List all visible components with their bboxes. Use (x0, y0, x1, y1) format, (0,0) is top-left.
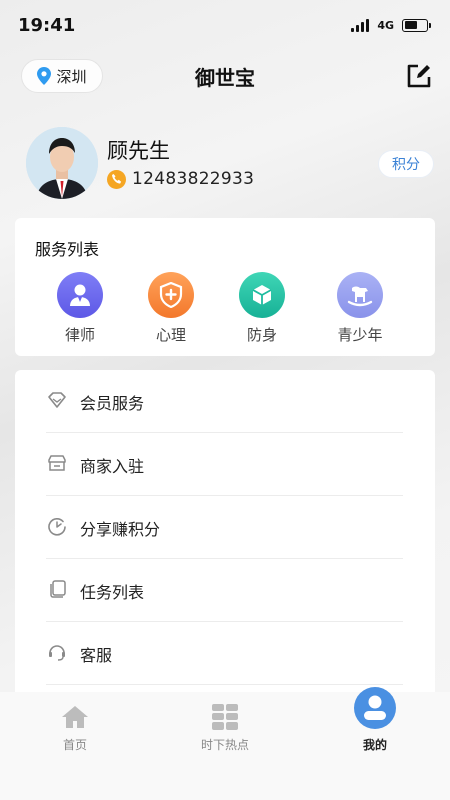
service-item-lawyer[interactable]: 律师 (35, 272, 125, 345)
edit-icon[interactable] (406, 63, 432, 89)
menu-label-merchant: 商家入驻 (80, 457, 145, 476)
menu-item-customer-service[interactable]: 客服 (46, 622, 403, 685)
cube-defense-icon (239, 272, 285, 318)
app-screen: 19:41 4G 深圳 御世宝 顾先生 12483822933 积分 服务列表 … (0, 0, 450, 800)
menu-card: 会员服务 商家入驻 分享赚积分 任务列表 客服 (15, 370, 435, 710)
rocking-horse-icon (337, 272, 383, 318)
share-refresh-icon (48, 518, 66, 536)
service-item-psychology[interactable]: 心理 (126, 272, 216, 345)
tab-label-trending: 时下热点 (200, 738, 249, 752)
cards-icon (50, 580, 66, 598)
status-indicators: 4G (351, 18, 431, 32)
app-title: 御世宝 (195, 66, 255, 90)
lawyer-icon (57, 272, 103, 318)
service-item-defense[interactable]: 防身 (217, 272, 307, 345)
psychology-shield-icon (148, 272, 194, 318)
diamond-icon (48, 392, 66, 408)
signal-icon (351, 18, 370, 32)
service-list-card: 服务列表 律师 心理 防身 青少年 (15, 218, 435, 356)
user-name: 顾先生 (107, 139, 170, 163)
menu-item-share-points[interactable]: 分享赚积分 (46, 496, 403, 559)
phone-icon (107, 169, 126, 189)
phone-row: 12483822933 (107, 169, 254, 189)
service-label-defense: 防身 (246, 326, 277, 344)
menu-label-customer-service: 客服 (80, 646, 113, 665)
tab-label-home: 首页 (62, 738, 87, 752)
service-label-youth: 青少年 (337, 326, 383, 344)
user-icon (354, 687, 396, 729)
phone-number: 12483822933 (132, 169, 255, 189)
home-icon (62, 706, 88, 728)
avatar-portrait (26, 127, 98, 199)
service-label-lawyer: 律师 (64, 326, 95, 344)
header: 深圳 御世宝 (0, 58, 450, 98)
avatar[interactable] (26, 127, 98, 199)
service-list-title: 服务列表 (35, 240, 100, 259)
menu-item-membership[interactable]: 会员服务 (46, 370, 403, 433)
tab-home[interactable]: 首页 (15, 692, 135, 772)
store-icon (48, 455, 66, 471)
service-grid: 律师 心理 防身 青少年 (15, 272, 435, 352)
profile-section: 顾先生 12483822933 积分 (26, 127, 436, 203)
menu-label-membership: 会员服务 (80, 394, 145, 413)
menu-label-share-points: 分享赚积分 (80, 520, 161, 539)
tab-label-mine: 我的 (362, 738, 387, 752)
bottom-tab-bar: 首页 时下热点 我的 (0, 687, 450, 800)
menu-item-merchant[interactable]: 商家入驻 (46, 433, 403, 496)
menu-item-tasks[interactable]: 任务列表 (46, 559, 403, 622)
status-bar: 19:41 4G (0, 0, 450, 50)
service-label-psychology: 心理 (155, 326, 186, 344)
tab-trending[interactable]: 时下热点 (165, 692, 285, 772)
network-type: 4G (377, 18, 394, 32)
service-item-youth[interactable]: 青少年 (315, 272, 405, 345)
tab-mine[interactable]: 我的 (315, 687, 435, 772)
headset-icon (49, 645, 65, 661)
menu-label-tasks: 任务列表 (80, 583, 145, 602)
grid-icon (212, 704, 238, 730)
battery-icon (402, 18, 431, 32)
points-button[interactable]: 积分 (378, 150, 434, 178)
status-time: 19:41 (18, 14, 76, 36)
